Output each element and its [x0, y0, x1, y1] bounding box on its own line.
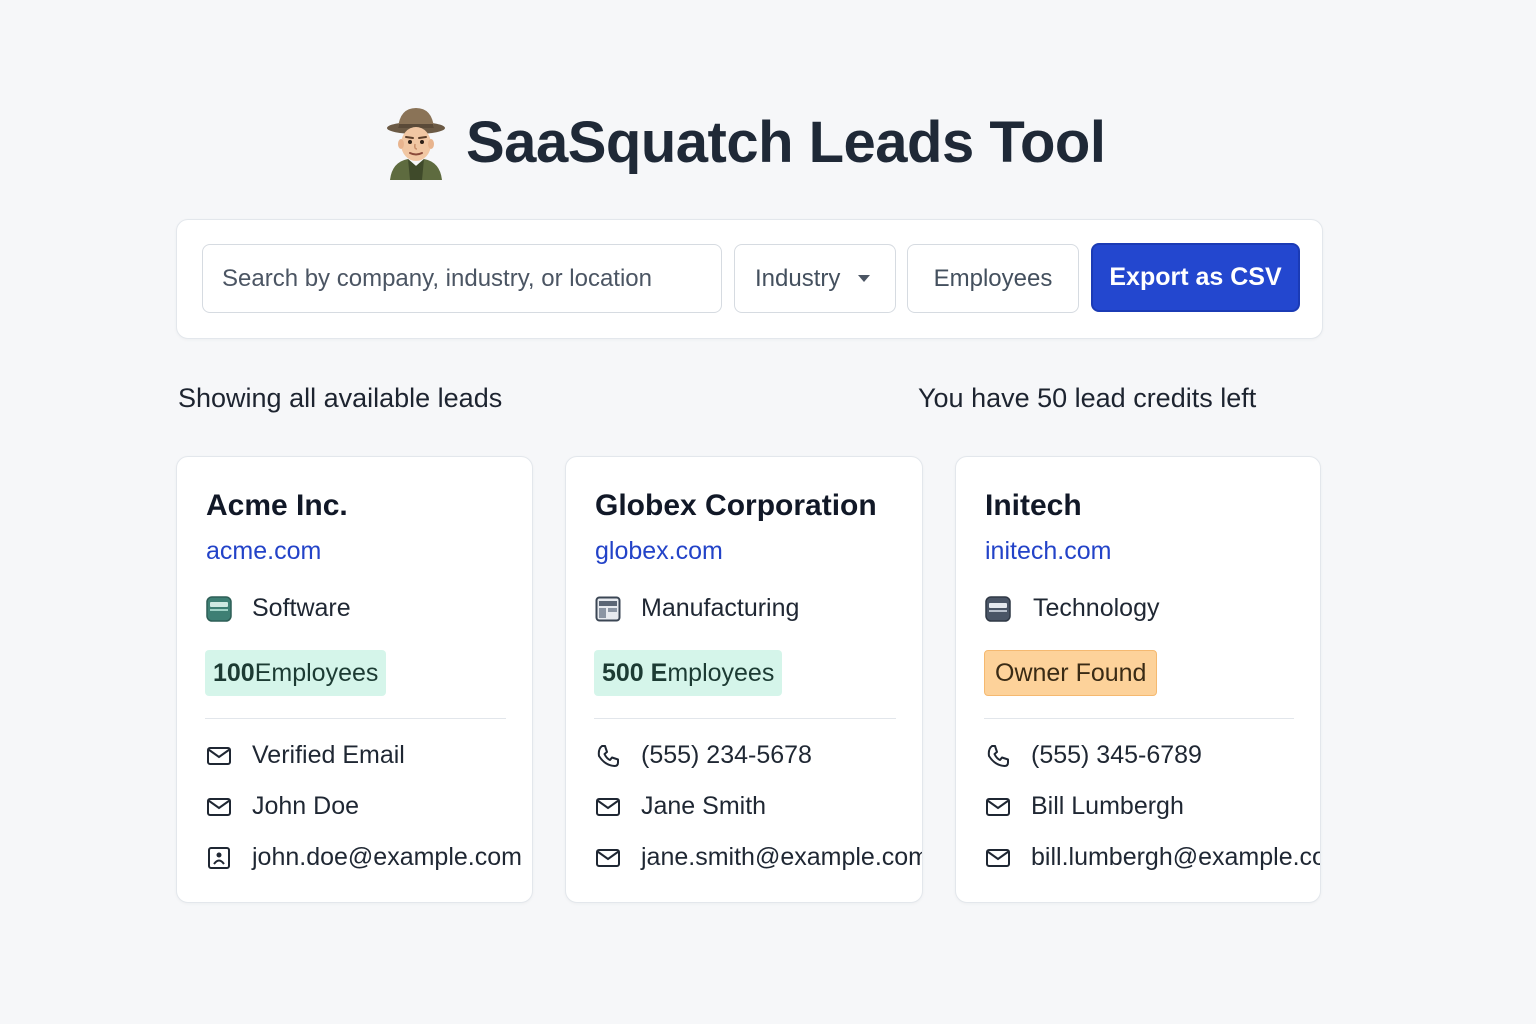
company-name: Globex Corporation: [595, 489, 877, 522]
industry-dropdown-label: Industry: [755, 264, 841, 292]
divider: [984, 718, 1294, 719]
id-card-icon: [208, 846, 230, 869]
mail-icon: [986, 797, 1010, 816]
contact-phone[interactable]: (555) 345-6789: [1031, 741, 1202, 770]
contact-row: (555) 345-6789: [985, 741, 1202, 770]
industry-label: Software: [252, 594, 351, 622]
contact-email[interactable]: john.doe@example.com: [252, 843, 522, 872]
credits-status: You have 50 lead credits left: [918, 383, 1257, 413]
contact-row: Verified Email: [206, 741, 405, 770]
contact-name: Bill Lumbergh: [1031, 792, 1184, 820]
employee-count-badge: 500 Employees: [594, 650, 783, 696]
contact-row: Bill Lumbergh: [985, 792, 1184, 821]
technology-icon: [985, 595, 1011, 622]
badge-text: Employees: [254, 658, 379, 687]
contact-phone[interactable]: (555) 234-5678: [641, 741, 812, 770]
manufacturing-icon: [595, 596, 621, 621]
badge-number: 500 E: [602, 658, 668, 687]
mail-icon: [986, 848, 1010, 867]
mail-icon: [207, 797, 231, 816]
chevron-down-icon: [858, 275, 871, 282]
search-box[interactable]: [202, 244, 722, 313]
filter-toolbar: Industry Employees Export as CSV: [176, 219, 1323, 339]
lead-card[interactable]: Acme Inc. acme.com Software 100 Employee…: [176, 456, 533, 903]
contact-row: John Doe: [206, 792, 359, 821]
industry-row: Technology: [985, 594, 1159, 623]
page-title: SaaSquatch Leads Tool: [466, 109, 1106, 175]
company-name: Initech: [985, 489, 1082, 522]
mail-icon: [596, 797, 620, 816]
contact-row: jane.smith@example.com: [595, 843, 922, 872]
employees-filter[interactable]: Employees: [907, 244, 1079, 313]
employees-filter-label: Employees: [933, 264, 1053, 292]
contact-name: Jane Smith: [641, 792, 767, 820]
divider: [594, 718, 896, 719]
industry-label: Manufacturing: [641, 594, 800, 622]
page-header: SaaSquatch Leads Tool: [384, 104, 1106, 180]
search-input[interactable]: [222, 264, 721, 293]
contact-row: (555) 234-5678: [595, 741, 812, 770]
lead-card[interactable]: Initech initech.com Technology Owner Fou…: [955, 456, 1321, 903]
phone-icon: [987, 744, 1009, 767]
employee-count-badge: 100 Employees: [205, 650, 387, 696]
company-domain-link[interactable]: globex.com: [595, 537, 723, 566]
phone-icon: [597, 744, 619, 767]
contact-name: John Doe: [252, 792, 360, 820]
company-domain-link[interactable]: initech.com: [985, 537, 1111, 566]
software-icon: [206, 595, 232, 622]
badge-text: Owner Found: [995, 658, 1147, 687]
company-name: Acme Inc.: [206, 489, 348, 522]
contact-row: Jane Smith: [595, 792, 766, 821]
industry-row: Software: [206, 594, 351, 623]
contact-email[interactable]: jane.smith@example.com: [641, 843, 922, 872]
industry-label: Technology: [1033, 594, 1160, 622]
industry-dropdown[interactable]: Industry: [734, 244, 896, 313]
contact-row: john.doe@example.com: [206, 843, 522, 872]
badge-number: 100: [213, 658, 255, 687]
results-status: Showing all available leads: [178, 383, 503, 413]
contact-text: Verified Email: [252, 741, 405, 769]
divider: [205, 718, 506, 719]
badge-text: mployees: [667, 658, 775, 687]
company-domain-link[interactable]: acme.com: [206, 537, 321, 566]
contact-email[interactable]: bill.lumbergh@example.com: [1031, 843, 1320, 872]
industry-row: Manufacturing: [595, 594, 799, 623]
mail-icon: [596, 848, 620, 867]
hat-person-mascot-icon: [387, 108, 445, 180]
contact-row: bill.lumbergh@example.com: [985, 843, 1320, 872]
lead-card[interactable]: Globex Corporation globex.com Manufactur…: [565, 456, 923, 903]
export-csv-button[interactable]: Export as CSV: [1091, 243, 1300, 312]
owner-found-badge: Owner Found: [984, 650, 1158, 696]
mail-icon: [207, 746, 231, 765]
